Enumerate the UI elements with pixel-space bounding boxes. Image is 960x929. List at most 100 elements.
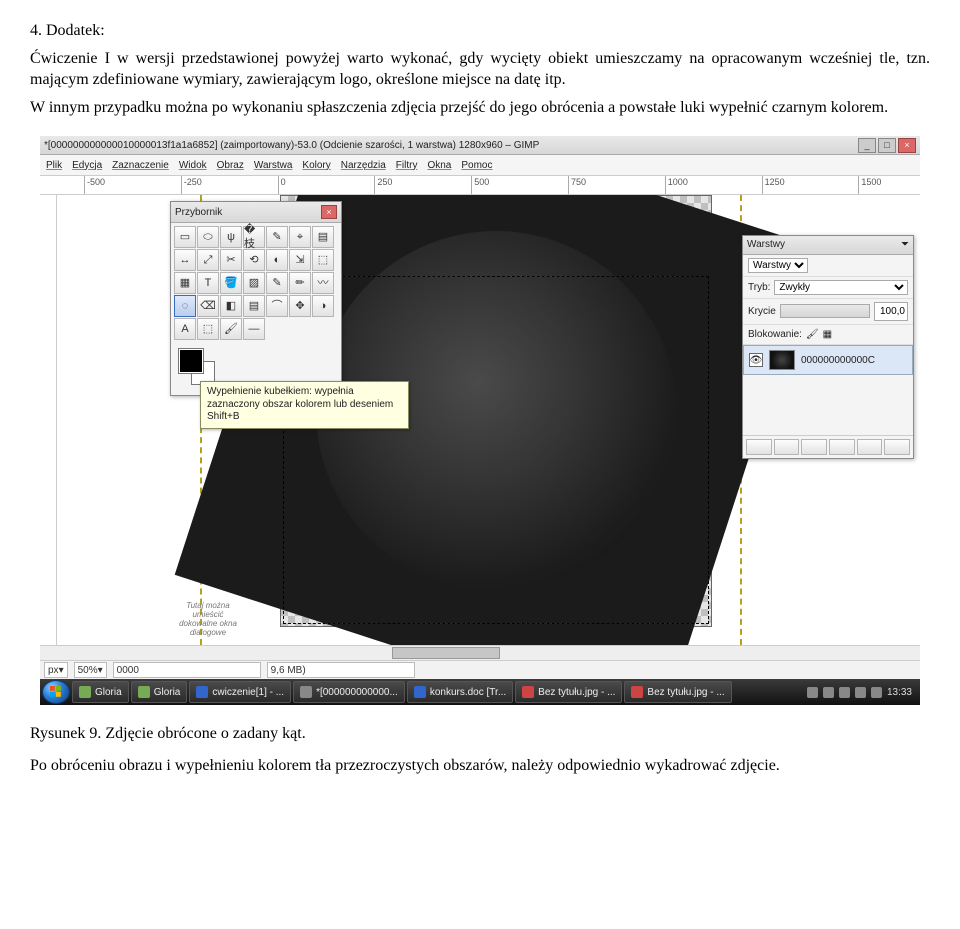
- tool-paths-icon[interactable]: ↔: [174, 249, 196, 271]
- menu-colors[interactable]: Kolory: [302, 159, 330, 173]
- menu-filters[interactable]: Filtry: [396, 159, 418, 173]
- tool-airbrush-icon[interactable]: ✥: [289, 295, 311, 317]
- taskbar-item[interactable]: Bez tytułu.jpg - ...: [624, 681, 731, 703]
- tool-fuzzy-select-icon[interactable]: �枝: [243, 226, 265, 248]
- taskbar-item[interactable]: Gloria: [72, 681, 129, 703]
- clock[interactable]: 13:33: [887, 686, 912, 700]
- tray-icon[interactable]: [839, 687, 850, 698]
- zoom-selector[interactable]: 50% ▾: [74, 662, 107, 678]
- tool-grid: ▭ ⬭ ψ �枝 ✎ ⌖ ▤ ↔ ⤢ ✂ ⟲ ◐ ⇲ ⬚ ▦ T 🪣 ▨ ✎ ✏: [171, 223, 341, 343]
- tool-zoom-icon[interactable]: ✂: [220, 249, 242, 271]
- window-title: *[000000000000010000013f1a1a6852] (zaimp…: [44, 139, 539, 153]
- ruler-tick: 0: [278, 176, 286, 194]
- layer-row[interactable]: 👁 000000000000C: [743, 345, 913, 375]
- tool-free-select-icon[interactable]: ψ: [220, 226, 242, 248]
- layer-name[interactable]: 000000000000C: [801, 354, 875, 368]
- tool-rotate-icon[interactable]: ▦: [174, 272, 196, 294]
- ruler-tick: 1250: [762, 176, 785, 194]
- tool-flip-icon[interactable]: ✎: [266, 272, 288, 294]
- tray-volume-icon[interactable]: [871, 687, 882, 698]
- tool-clone-icon[interactable]: A: [174, 318, 196, 340]
- layers-menu-icon[interactable]: ⏷: [901, 238, 909, 252]
- figure-caption: Rysunek 9. Zdjęcie obrócone o zadany kąt…: [30, 723, 930, 745]
- system-tray[interactable]: 13:33: [801, 686, 918, 700]
- paragraph-2a: W innym przypadku można po wykonaniu spł…: [30, 99, 604, 116]
- paragraph-3: Po obróceniu obrazu i wypełnieniu kolore…: [30, 755, 930, 777]
- layer-delete-icon[interactable]: [884, 439, 910, 455]
- taskbar-item[interactable]: Bez tytułu.jpg - ...: [515, 681, 622, 703]
- minimize-button[interactable]: _: [858, 138, 876, 153]
- toolbox-close-icon[interactable]: ×: [321, 205, 337, 219]
- tool-heal-icon[interactable]: ⬚: [197, 318, 219, 340]
- tool-scale-icon[interactable]: T: [197, 272, 219, 294]
- tool-by-color-icon[interactable]: ✎: [266, 226, 288, 248]
- tool-text-icon[interactable]: 〰: [312, 272, 334, 294]
- coord-readout: 0000: [113, 662, 261, 678]
- layers-panel[interactable]: Warstwy ⏷ Warstwy Tryb: Zwykły Krycie Bl…: [742, 235, 914, 459]
- taskbar-item[interactable]: Gloria: [131, 681, 188, 703]
- tool-shear-icon[interactable]: 🪣: [220, 272, 242, 294]
- taskbar-item[interactable]: konkurs.doc [Tr...: [407, 681, 513, 703]
- horizontal-scrollbar[interactable]: [40, 645, 920, 660]
- ruler-tick: 1500: [858, 176, 881, 194]
- tray-network-icon[interactable]: [855, 687, 866, 698]
- foreground-swatch[interactable]: [179, 349, 203, 373]
- tool-perspective-clone-icon[interactable]: 🖌: [220, 318, 242, 340]
- tool-rect-select-icon[interactable]: ▭: [174, 226, 196, 248]
- lock-alpha-icon[interactable]: ▦: [823, 328, 832, 342]
- opacity-slider[interactable]: [780, 304, 870, 318]
- layer-duplicate-icon[interactable]: [829, 439, 855, 455]
- ruler-tick: 500: [471, 176, 489, 194]
- close-button[interactable]: ×: [898, 138, 916, 153]
- layer-new-icon[interactable]: [746, 439, 772, 455]
- layer-anchor-icon[interactable]: [857, 439, 883, 455]
- taskbar-item[interactable]: cwiczenie[1] - ...: [189, 681, 291, 703]
- layer-up-icon[interactable]: [774, 439, 800, 455]
- menu-layer[interactable]: Warstwa: [254, 159, 293, 173]
- tool-blend-icon[interactable]: ⌫: [197, 295, 219, 317]
- opacity-value[interactable]: [874, 302, 908, 321]
- menu-help[interactable]: Pomoc: [461, 159, 492, 173]
- tool-move-icon[interactable]: ◐: [266, 249, 288, 271]
- tool-crop-icon[interactable]: ⬚: [312, 249, 334, 271]
- menu-file[interactable]: Plik: [46, 159, 62, 173]
- menu-image[interactable]: Obraz: [217, 159, 244, 173]
- mode-select[interactable]: Zwykły: [774, 280, 908, 295]
- tool-measure-icon[interactable]: ⟲: [243, 249, 265, 271]
- selection-marquee: [283, 276, 709, 624]
- unit-selector[interactable]: px ▾: [44, 662, 68, 678]
- taskbar-item[interactable]: *[000000000000...: [293, 681, 405, 703]
- tool-foreground-icon[interactable]: ▤: [312, 226, 334, 248]
- menu-view[interactable]: Widok: [179, 159, 207, 173]
- ruler-tick: 250: [374, 176, 392, 194]
- menu-windows[interactable]: Okna: [427, 159, 451, 173]
- tool-align-icon[interactable]: ⇲: [289, 249, 311, 271]
- toolbox-panel[interactable]: Przybornik × ▭ ⬭ ψ �枝 ✎ ⌖ ▤ ↔ ⤢ ✂ ⟲ ◐ ⇲ …: [170, 201, 342, 396]
- windows-taskbar: Gloria Gloria cwiczenie[1] - ... *[00000…: [40, 679, 920, 705]
- lock-pixels-icon[interactable]: 🖌: [806, 328, 819, 342]
- tool-cage-icon[interactable]: ✏: [289, 272, 311, 294]
- tool-color-picker-icon[interactable]: ⤢: [197, 249, 219, 271]
- layer-thumbnail: [769, 350, 795, 370]
- visibility-eye-icon[interactable]: 👁: [749, 353, 763, 367]
- tool-pencil-icon[interactable]: ◧: [220, 295, 242, 317]
- tool-paintbrush-icon[interactable]: ▤: [243, 295, 265, 317]
- menu-select[interactable]: Zaznaczenie: [112, 159, 169, 173]
- tool-bucket-fill-icon[interactable]: ◌: [174, 295, 196, 317]
- menu-tools[interactable]: Narzędzia: [341, 159, 386, 173]
- menu-edit[interactable]: Edycja: [72, 159, 102, 173]
- tool-ellipse-select-icon[interactable]: ⬭: [197, 226, 219, 248]
- tray-icon[interactable]: [807, 687, 818, 698]
- maximize-button[interactable]: □: [878, 138, 896, 153]
- tray-icon[interactable]: [823, 687, 834, 698]
- work-area: Przybornik × ▭ ⬭ ψ �枝 ✎ ⌖ ▤ ↔ ⤢ ✂ ⟲ ◐ ⇲ …: [40, 195, 920, 645]
- window-titlebar: *[000000000000010000013f1a1a6852] (zaimp…: [40, 136, 920, 155]
- tool-eraser-icon[interactable]: ⌒: [266, 295, 288, 317]
- layer-down-icon[interactable]: [801, 439, 827, 455]
- tool-perspective-icon[interactable]: ▨: [243, 272, 265, 294]
- tool-blur-icon[interactable]: —: [243, 318, 265, 340]
- tool-ink-icon[interactable]: ◑: [312, 295, 334, 317]
- tool-scissors-icon[interactable]: ⌖: [289, 226, 311, 248]
- start-button[interactable]: [42, 680, 70, 704]
- layers-dropdown[interactable]: Warstwy: [748, 258, 808, 273]
